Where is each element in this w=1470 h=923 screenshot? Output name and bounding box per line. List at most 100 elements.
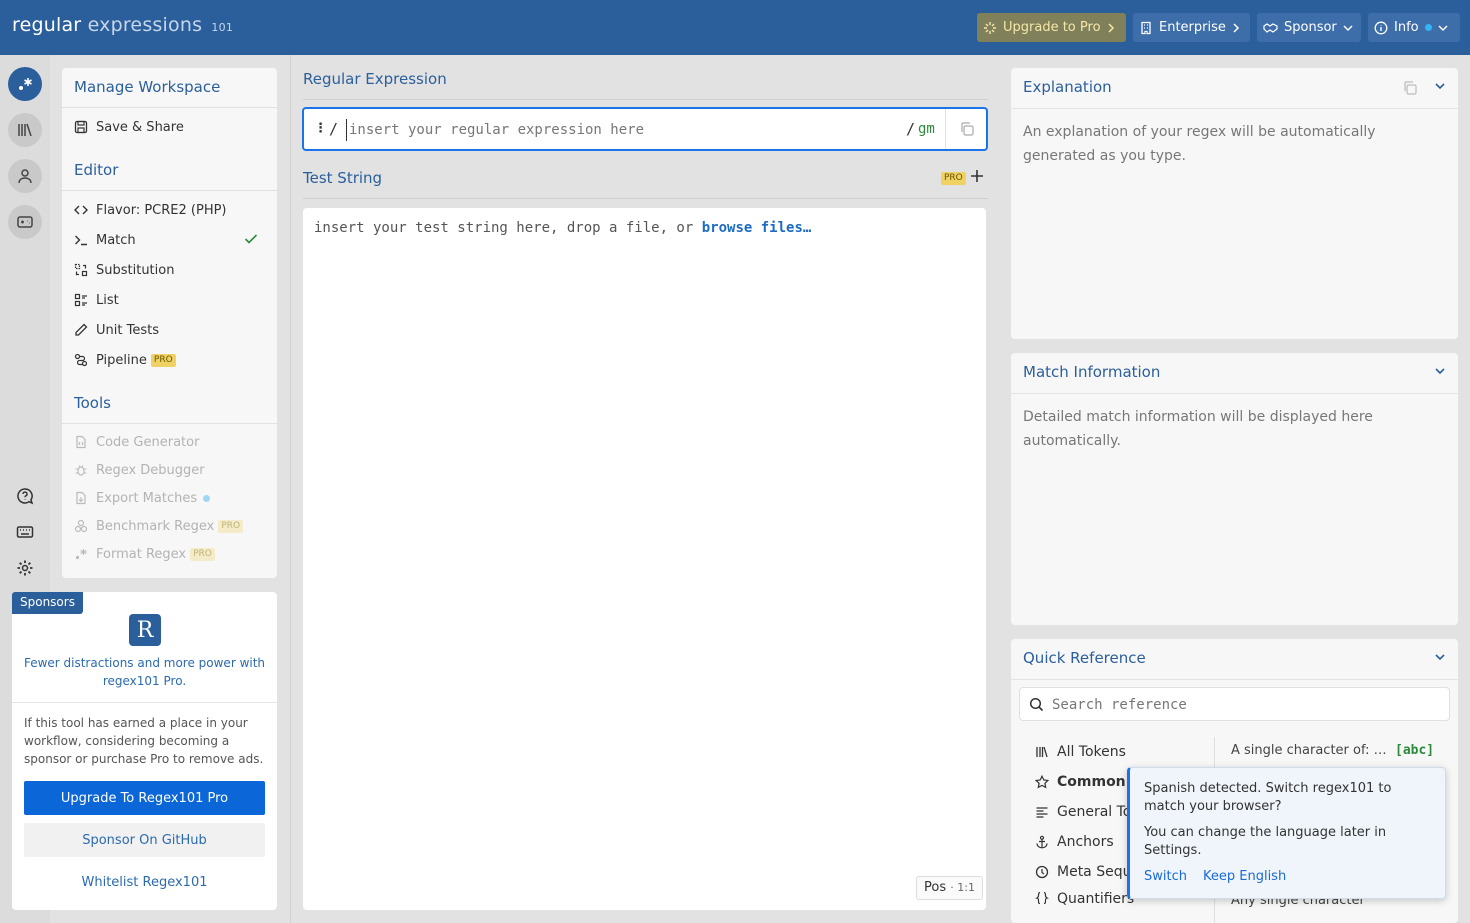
collapse-explanation-button[interactable] <box>1434 80 1446 92</box>
divider <box>1011 393 1458 394</box>
sponsor-text: If this tool has earned a place in your … <box>24 716 264 766</box>
bug-icon <box>75 465 87 476</box>
enterprise-button[interactable]: Enterprise <box>1133 13 1250 42</box>
check-icon <box>244 234 258 244</box>
sidebar-item-unit-tests[interactable]: Unit Tests <box>74 319 266 341</box>
copy-icon <box>961 122 974 136</box>
sponsor-pitch[interactable]: Fewer distractions and more power with r… <box>22 654 267 690</box>
match-information-panel: Match Information Detailed match informa… <box>1011 353 1458 625</box>
info-button[interactable]: Info <box>1368 13 1460 42</box>
sidebar-item-match[interactable]: Match <box>74 229 266 251</box>
tool-benchmark-regex[interactable]: Benchmark Regex PRO <box>74 515 266 537</box>
regex-options-handle[interactable]: ⋮ <box>314 121 327 136</box>
copy-regex-button[interactable] <box>945 109 988 149</box>
pro-badge: PRO <box>190 547 215 561</box>
sparkle-icon <box>984 21 996 34</box>
account-icon[interactable] <box>8 159 42 193</box>
divider <box>1011 679 1458 680</box>
quiz-icon[interactable] <box>8 205 42 239</box>
format-regex-icon <box>75 549 87 560</box>
divider <box>62 190 277 191</box>
regex-input[interactable] <box>346 119 896 141</box>
sponsor-panel: Sponsors R Fewer distractions and more p… <box>12 592 277 910</box>
pipeline-icon <box>74 353 88 367</box>
sidebar: Manage Workspace Save & Share Editor Fla… <box>62 68 277 578</box>
library-icon[interactable] <box>8 113 42 147</box>
match-info-body: Detailed match information will be displ… <box>1023 409 1373 449</box>
regex-editor-icon[interactable] <box>8 67 42 101</box>
copy-explanation-button[interactable] <box>1402 80 1418 96</box>
search-icon <box>1029 697 1044 712</box>
collapse-quick-ref-button[interactable] <box>1434 651 1446 663</box>
sidebar-item-substitution[interactable]: Substitution <box>74 259 266 281</box>
keyboard-icon[interactable] <box>14 521 36 543</box>
meta-sequence-icon <box>1035 865 1049 879</box>
editor-title: Editor <box>74 161 119 179</box>
flavor-selector[interactable]: Flavor: PCRE2 (PHP) <box>74 199 266 221</box>
chevron-down-icon <box>1435 83 1445 90</box>
file-code-icon <box>76 435 86 449</box>
regex-flags[interactable]: gm <box>918 121 935 137</box>
settings-gear-icon[interactable] <box>14 557 36 579</box>
file-export-icon <box>76 491 86 505</box>
sponsor-button[interactable]: Sponsor <box>1257 13 1361 42</box>
tool-format-regex[interactable]: Format Regex PRO <box>74 543 266 565</box>
save-share-button[interactable]: Save & Share <box>74 116 266 138</box>
braces-icon <box>1035 891 1049 905</box>
language-note: You can change the language later in Set… <box>1144 825 1387 858</box>
text-lines-icon <box>1036 807 1048 818</box>
regex101-logo[interactable]: R <box>129 614 161 646</box>
sidebar-item-list[interactable]: List <box>74 289 266 311</box>
ref-category-all-tokens[interactable]: All Tokens <box>1035 741 1205 763</box>
reference-search-input[interactable] <box>1052 694 1442 716</box>
handshake-icon <box>1263 22 1278 33</box>
upgrade-to-pro-button[interactable]: Upgrade to Pro <box>977 13 1126 42</box>
chevron-down-icon <box>1438 24 1448 31</box>
notification-dot <box>1424 24 1432 31</box>
flavor-value: PCRE2 (PHP) <box>144 202 227 218</box>
switch-language-button[interactable]: Switch <box>1144 869 1187 884</box>
info-icon <box>1374 21 1388 34</box>
test-string-editor[interactable]: insert your test string here, drop a fil… <box>303 208 986 910</box>
regex-delimiter: / <box>906 120 916 138</box>
tool-regex-debugger[interactable]: Regex Debugger <box>74 459 266 481</box>
collapse-match-info-button[interactable] <box>1434 365 1446 377</box>
tool-code-generator[interactable]: Code Generator <box>74 431 266 453</box>
copy-icon <box>1404 81 1417 95</box>
divider <box>303 99 988 100</box>
tool-export-matches[interactable]: Export Matches <box>74 487 266 509</box>
sidebar-item-pipeline[interactable]: Pipeline PRO <box>74 349 266 371</box>
workspace-title: Manage Workspace <box>74 78 221 96</box>
ref-token-description[interactable]: A single character of: … <box>1231 743 1387 758</box>
code-icon <box>74 205 88 215</box>
editor-area: Regular Expression ⋮ / / gm Test String … <box>290 55 999 923</box>
app-logo[interactable]: regular expressions 101 <box>12 14 233 36</box>
divider <box>1011 108 1458 109</box>
add-test-string-button[interactable] <box>970 169 984 183</box>
library-icon <box>1036 746 1048 758</box>
regex-editor: ⋮ / / gm <box>302 107 988 151</box>
quick-ref-title: Quick Reference <box>1023 649 1146 667</box>
logo-sup: 101 <box>211 21 234 34</box>
whitelist-button[interactable]: Whitelist Regex101 <box>24 865 265 899</box>
pro-badge: PRO <box>218 519 244 533</box>
browse-files-link[interactable]: browse files… <box>702 220 812 236</box>
anchor-icon <box>1036 835 1048 849</box>
logo-main: regular <box>12 14 82 36</box>
sponsor-github-button[interactable]: Sponsor On GitHub <box>24 823 265 857</box>
explanation-title: Explanation <box>1023 78 1112 96</box>
tools-title: Tools <box>74 394 111 412</box>
list-icon <box>74 293 87 307</box>
chevron-down-icon <box>1435 654 1445 661</box>
upgrade-pro-button[interactable]: Upgrade To Regex101 Pro <box>24 781 265 815</box>
help-icon[interactable] <box>14 485 36 507</box>
keep-english-button[interactable]: Keep English <box>1203 869 1286 884</box>
logo-accent: expressions <box>87 14 203 36</box>
plus-icon <box>971 170 983 182</box>
save-icon <box>74 120 88 134</box>
building-icon <box>1141 21 1151 34</box>
ref-token-example[interactable]: [abc] <box>1395 743 1434 758</box>
chevron-right-icon <box>1233 22 1239 33</box>
chevron-right-icon <box>1108 22 1114 33</box>
divider <box>12 702 277 703</box>
